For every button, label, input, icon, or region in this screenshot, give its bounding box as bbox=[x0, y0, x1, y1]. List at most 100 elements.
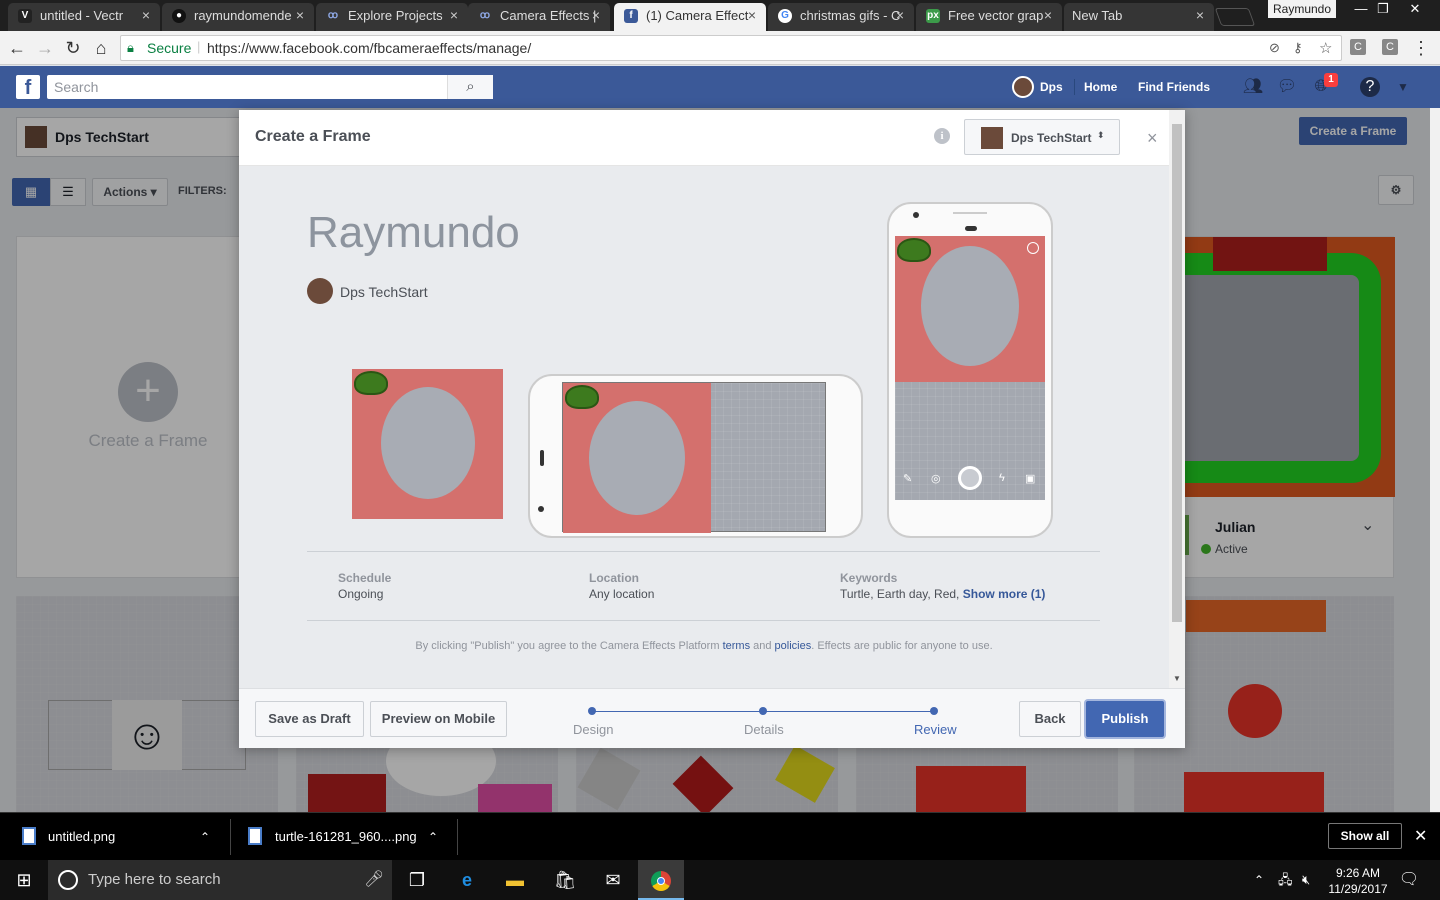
account-dropdown[interactable]: Dps TechStart ⬍ bbox=[964, 119, 1120, 155]
file-icon bbox=[248, 827, 262, 845]
keywords-value: Turtle, Earth day, Red, bbox=[840, 587, 960, 601]
px-icon: px bbox=[926, 9, 940, 23]
info-icon[interactable]: i bbox=[934, 128, 950, 144]
network-icon[interactable]: 🖧︎ bbox=[1278, 860, 1293, 900]
download-file-2[interactable]: turtle-161281_960....png bbox=[275, 813, 417, 861]
dialog-header: Create a Frame i Dps TechStart ⬍ × bbox=[239, 110, 1169, 166]
show-more-link[interactable]: Show more (1) bbox=[963, 587, 1046, 601]
restore-icon[interactable]: ❐ bbox=[1366, 0, 1400, 20]
tab-github[interactable]: ● raymundomende × bbox=[162, 3, 314, 31]
url-bar[interactable]: 🔒︎ Secure | https://www.facebook.com/fbc… bbox=[120, 35, 1342, 61]
divider bbox=[1074, 79, 1075, 95]
close-icon[interactable]: × bbox=[450, 3, 458, 28]
lock-icon: 🔒︎ bbox=[127, 40, 134, 55]
dialog-scrollbar[interactable]: ▼ bbox=[1169, 110, 1185, 688]
sort-arrows-icon: ⬍ bbox=[1097, 130, 1105, 140]
close-icon[interactable]: × bbox=[748, 3, 756, 28]
terms-link[interactable]: terms bbox=[723, 640, 751, 652]
chevron-up-icon[interactable]: ⌃ bbox=[1254, 860, 1264, 900]
download-file-1[interactable]: untitled.png bbox=[48, 813, 115, 861]
task-view-icon[interactable]: ❐ bbox=[394, 860, 440, 900]
close-icon[interactable]: × bbox=[1196, 3, 1204, 28]
chevron-up-icon[interactable]: ⌃ bbox=[200, 813, 210, 861]
tab-facebook-camera-effects[interactable]: f (1) Camera Effect × bbox=[614, 3, 766, 31]
close-icon[interactable]: × bbox=[896, 3, 904, 28]
policies-link[interactable]: policies bbox=[775, 640, 812, 652]
divider bbox=[457, 819, 458, 855]
chrome-icon[interactable] bbox=[638, 860, 684, 900]
clock-date[interactable]: 11/29/2017 bbox=[1326, 882, 1390, 896]
fb-user-link[interactable]: Dps bbox=[1040, 66, 1063, 108]
publish-button[interactable]: Publish bbox=[1086, 701, 1164, 737]
menu-dots-icon[interactable]: ⋮ bbox=[1410, 37, 1432, 59]
home-icon[interactable]: ⌂ bbox=[90, 37, 112, 59]
landscape-phone-preview bbox=[528, 374, 863, 538]
location-label: Location bbox=[589, 571, 639, 585]
step-design[interactable]: Design bbox=[573, 722, 613, 737]
volume-muted-icon[interactable]: 🔇︎ bbox=[1302, 860, 1310, 900]
extension-c2-icon[interactable]: C bbox=[1382, 39, 1398, 55]
close-icon[interactable]: × bbox=[296, 3, 304, 28]
forward-arrow-icon[interactable]: → bbox=[34, 37, 56, 59]
step-review[interactable]: Review bbox=[914, 722, 957, 737]
tab-new-tab[interactable]: New Tab × bbox=[1064, 3, 1214, 31]
store-icon[interactable]: 🛍︎ bbox=[542, 860, 588, 900]
close-icon[interactable]: × bbox=[142, 3, 150, 28]
taskbar-search-input[interactable]: Type here to search bbox=[48, 860, 392, 900]
save-draft-button[interactable]: Save as Draft bbox=[255, 701, 364, 737]
action-center-icon[interactable]: 🗨︎ bbox=[1386, 860, 1432, 900]
reload-icon[interactable]: ↻ bbox=[62, 37, 84, 59]
preview-mobile-button[interactable]: Preview on Mobile bbox=[370, 701, 507, 737]
profile-button[interactable]: Raymundo bbox=[1268, 0, 1336, 18]
landscape-frame bbox=[563, 383, 711, 533]
scroll-down-arrow-icon[interactable]: ▼ bbox=[1173, 674, 1181, 683]
mail-icon[interactable]: ✉ bbox=[590, 860, 636, 900]
chevron-down-icon[interactable]: ▼ bbox=[1392, 77, 1414, 97]
key-icon[interactable]: ⚷ bbox=[1293, 40, 1303, 56]
facebook-logo-icon[interactable]: f bbox=[16, 75, 40, 99]
page-scrollbar[interactable] bbox=[1430, 108, 1440, 812]
terms-text: By clicking "Publish" you agree to the C… bbox=[239, 640, 1169, 652]
close-icon[interactable]: × bbox=[1044, 3, 1052, 28]
tab-christmas-gifs[interactable]: Gchristmas gifs - C × bbox=[768, 3, 914, 31]
avatar[interactable] bbox=[1012, 76, 1034, 98]
tab-camera-effects[interactable]: ꝏ Camera Effects | × bbox=[468, 3, 610, 31]
friends-icon[interactable]: 👥︎ bbox=[1242, 77, 1264, 97]
close-icon[interactable]: × bbox=[592, 3, 600, 28]
close-icon[interactable]: × bbox=[1147, 128, 1158, 149]
show-all-button[interactable]: Show all bbox=[1328, 823, 1402, 849]
chevron-up-icon[interactable]: ⌃ bbox=[428, 813, 438, 861]
file-explorer-icon[interactable]: ▬ bbox=[492, 860, 538, 900]
tab-explore-projects[interactable]: ꝏ Explore Projects × bbox=[316, 3, 468, 31]
secure-label: Secure bbox=[147, 40, 192, 56]
search-icon[interactable]: ⌕ bbox=[447, 75, 493, 99]
windows-start-icon[interactable]: ⊞ bbox=[0, 860, 48, 900]
back-arrow-icon[interactable]: ← bbox=[6, 37, 28, 59]
star-icon[interactable]: ☆ bbox=[1319, 39, 1332, 57]
tab-free-vector[interactable]: px Free vector grap × bbox=[916, 3, 1062, 31]
window-close-icon[interactable]: ✕ bbox=[1398, 0, 1432, 20]
edge-icon[interactable]: e bbox=[444, 860, 490, 900]
tab-vectr[interactable]: Vuntitled - Vectr × bbox=[8, 3, 160, 31]
keywords-label: Keywords bbox=[840, 571, 898, 585]
close-icon[interactable]: ✕ bbox=[1414, 813, 1427, 861]
clock-time[interactable]: 9:26 AM bbox=[1326, 866, 1390, 880]
camera-blocked-icon[interactable]: ⊘ bbox=[1269, 40, 1280, 56]
scroll-thumb[interactable] bbox=[1172, 124, 1182, 622]
step-details[interactable]: Details bbox=[744, 722, 784, 737]
square-preview bbox=[352, 369, 503, 519]
tab-label: raymundomende bbox=[194, 8, 292, 23]
url-divider: | bbox=[197, 39, 201, 54]
extension-c-icon[interactable]: C bbox=[1350, 39, 1366, 55]
phone-speaker bbox=[540, 450, 544, 466]
fb-search-input[interactable]: Search bbox=[47, 75, 493, 99]
fb-find-friends-link[interactable]: Find Friends bbox=[1138, 66, 1210, 108]
new-tab-button[interactable] bbox=[1214, 8, 1256, 26]
microphone-icon[interactable]: 🎤︎ bbox=[364, 860, 384, 900]
messenger-icon[interactable]: 💬︎ bbox=[1276, 77, 1298, 97]
phone-sensor bbox=[965, 226, 977, 231]
fb-home-link[interactable]: Home bbox=[1084, 66, 1117, 108]
back-button[interactable]: Back bbox=[1019, 701, 1081, 737]
location-value: Any location bbox=[589, 587, 655, 601]
help-icon[interactable]: ? bbox=[1360, 77, 1380, 97]
